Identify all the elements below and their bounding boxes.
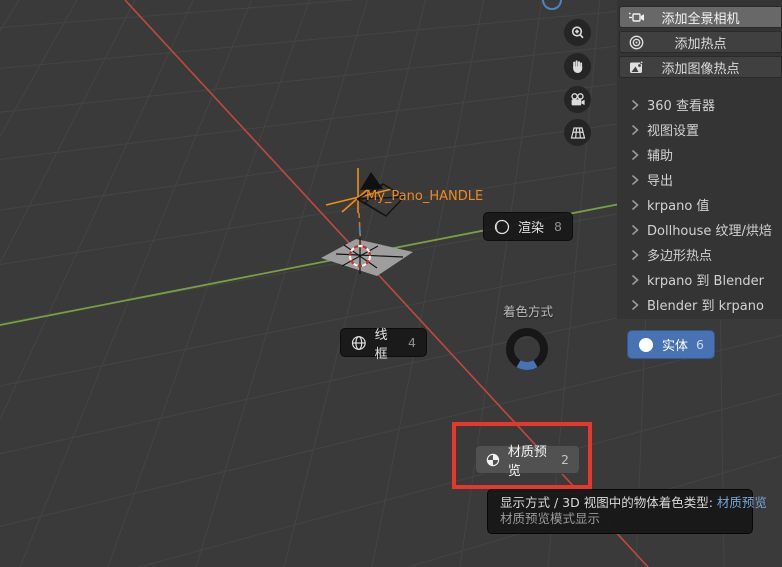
- chevron-right-icon: [631, 149, 639, 161]
- pie-item-label: 实体: [662, 339, 689, 354]
- section-360-viewer[interactable]: 360 查看器: [617, 92, 782, 117]
- section-blender-to-krpano[interactable]: Blender 到 krpano: [617, 292, 782, 317]
- pie-item-label: 线框: [374, 327, 388, 362]
- menu-button-label: 添加图像热点: [661, 61, 740, 77]
- tooltip-description: 显示方式 / 3D 视图中的物体着色类型:: [500, 495, 717, 510]
- solid-sphere-icon: [639, 337, 653, 352]
- ground-plane-object[interactable]: [321, 239, 413, 276]
- krpano-addon-panel: 添加全景相机 添加热点 添加图像热点 360 查看器 视图设置 辅助 导出 kr…: [617, 0, 782, 319]
- section-krpano-values[interactable]: krpano 值: [617, 192, 782, 217]
- section-dollhouse-bake[interactable]: Dollhouse 纹理/烘焙: [617, 217, 782, 242]
- chevron-right-icon: [631, 224, 639, 236]
- chevron-right-icon: [631, 274, 639, 286]
- section-label: krpano 值: [647, 199, 710, 214]
- highlight-rectangle: [452, 422, 592, 489]
- chevron-right-icon: [631, 124, 639, 136]
- chevron-right-icon: [631, 199, 639, 211]
- pie-item-wireframe[interactable]: 线框 4: [340, 328, 427, 362]
- chevron-right-icon: [631, 174, 639, 186]
- zoom-in-icon[interactable]: [564, 19, 591, 46]
- chevron-right-icon: [631, 99, 639, 111]
- tooltip-secondary: 材质预览模式显示: [500, 511, 601, 526]
- add-pano-camera-button[interactable]: 添加全景相机: [619, 6, 782, 28]
- pie-item-rendered[interactable]: 渲染 8: [483, 212, 573, 241]
- section-label: Blender 到 krpano: [647, 299, 764, 314]
- pie-item-number: 8: [554, 219, 562, 234]
- tooltip-value: 材质预览: [716, 495, 767, 510]
- section-label: 多边形热点: [647, 249, 713, 264]
- object-name-label: My_Pano_HANDLE: [366, 189, 484, 204]
- orthographic-grid-icon[interactable]: [564, 119, 591, 146]
- menu-button-label: 添加全景相机: [661, 11, 740, 27]
- camera-view-icon[interactable]: [564, 86, 591, 113]
- hotspot-rings-icon: [629, 35, 644, 50]
- add-image-hotspot-button[interactable]: 添加图像热点: [619, 56, 782, 78]
- section-label: 视图设置: [647, 124, 700, 139]
- chevron-right-icon: [631, 249, 639, 261]
- pan-hand-icon[interactable]: [564, 53, 591, 80]
- section-export[interactable]: 导出: [617, 167, 782, 192]
- section-label: Dollhouse 纹理/烘焙: [647, 224, 772, 239]
- section-label: 导出: [647, 174, 674, 189]
- pie-menu-title: 着色方式: [502, 304, 554, 319]
- section-helpers[interactable]: 辅助: [617, 142, 782, 167]
- section-label: 辅助: [647, 149, 674, 164]
- pano-camera-icon: [628, 12, 644, 22]
- wireframe-sphere-icon: [351, 335, 366, 350]
- pie-item-number: 6: [696, 337, 704, 352]
- blender-viewport: My_Pano_HANDLE 添加全景相机 添加热点 添加图像热点 360 查看…: [0, 0, 782, 567]
- section-krpano-to-blender[interactable]: krpano 到 Blender: [617, 267, 782, 292]
- pie-item-solid[interactable]: 实体 6: [627, 330, 715, 359]
- section-label: krpano 到 Blender: [647, 274, 764, 289]
- section-polygon-hotspot[interactable]: 多边形热点: [617, 242, 782, 267]
- menu-button-label: 添加热点: [674, 36, 727, 52]
- pie-item-label: 渲染: [518, 221, 545, 236]
- section-label: 360 查看器: [647, 99, 715, 114]
- rendered-sphere-icon: [494, 219, 510, 234]
- section-view-settings[interactable]: 视图设置: [617, 117, 782, 142]
- tooltip: 显示方式 / 3D 视图中的物体着色类型: 材质预览 材质预览模式显示: [487, 489, 767, 534]
- image-hotspot-icon: [630, 60, 644, 73]
- pie-item-number: 4: [408, 335, 416, 350]
- chevron-right-icon: [631, 299, 639, 311]
- pie-menu-center-ring: [506, 328, 548, 370]
- add-hotspot-button[interactable]: 添加热点: [619, 31, 782, 53]
